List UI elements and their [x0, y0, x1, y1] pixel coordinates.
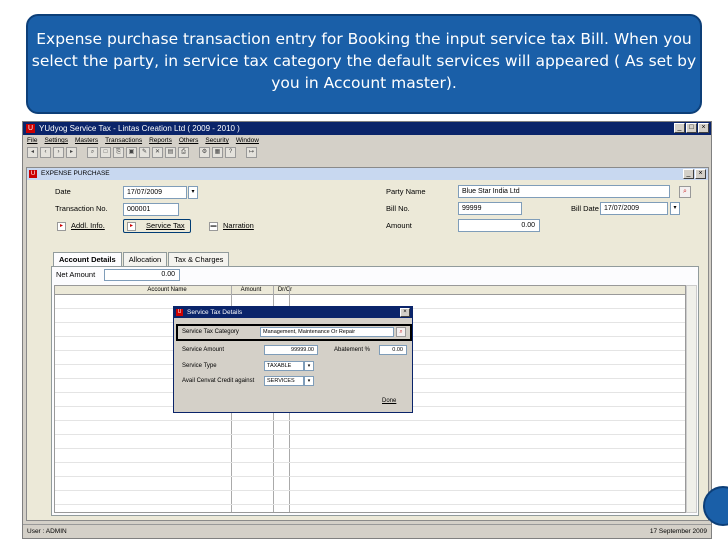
done-button[interactable]: Done: [382, 397, 396, 406]
addl-info-icon[interactable]: ▸: [57, 222, 66, 231]
copy-icon[interactable]: ⎘: [113, 147, 124, 158]
cenvat-dropdown-icon[interactable]: ▾: [304, 376, 314, 386]
new-icon[interactable]: □: [100, 147, 111, 158]
date-field[interactable]: 17/07/2009: [123, 186, 187, 199]
instruction-banner: Expense purchase transaction entry for B…: [26, 14, 702, 114]
preview-icon[interactable]: ▤: [165, 147, 176, 158]
tab-account-details[interactable]: Account Details: [53, 252, 122, 266]
service-type-select[interactable]: TAXABLE: [264, 361, 304, 371]
net-amount-label: Net Amount: [56, 270, 96, 279]
cenvat-label: Avail Cenvat Credit against: [182, 378, 255, 384]
menu-file[interactable]: File: [27, 135, 37, 146]
dialog-close-button[interactable]: ×: [400, 308, 410, 317]
maximize-button[interactable]: □: [686, 123, 697, 133]
child-title: EXPENSE PURCHASE: [41, 170, 110, 177]
abatement-field[interactable]: 0.00: [379, 345, 407, 355]
narration-link[interactable]: Narration: [223, 220, 254, 232]
category-search-icon[interactable]: ⌕: [396, 327, 406, 337]
status-date: 17 September 2009: [649, 528, 707, 535]
bill-no-field[interactable]: 99999: [458, 202, 522, 215]
category-label: Service Tax Category: [182, 329, 239, 335]
first-record-icon[interactable]: ◂: [27, 147, 38, 158]
app-logo-icon: U: [26, 124, 35, 133]
last-record-icon[interactable]: ▸: [66, 147, 77, 158]
detail-tabs: Account Details Allocation Tax & Charges: [53, 252, 230, 266]
status-user: User : ADMIN: [27, 528, 67, 535]
transaction-label: Transaction No.: [55, 204, 108, 213]
toolbar: ◂ ‹ › ▸ ⌕ □ ⎘ ▣ ✎ ✕ ▤ ⎙ ⚙ ▦ ? ↦: [23, 146, 711, 160]
child-titlebar: U EXPENSE PURCHASE _ ×: [27, 168, 708, 180]
find-icon[interactable]: ⌕: [87, 147, 98, 158]
service-tax-label: Service Tax: [146, 221, 185, 230]
date-label: Date: [55, 187, 71, 196]
service-tax-icon: ▸: [127, 222, 136, 231]
edit-icon[interactable]: ✎: [139, 147, 150, 158]
grid-scrollbar[interactable]: [686, 285, 697, 513]
previous-record-icon[interactable]: ‹: [40, 147, 51, 158]
child-close-button[interactable]: ×: [695, 169, 706, 179]
menu-reports[interactable]: Reports: [149, 135, 172, 146]
party-label: Party Name: [386, 187, 426, 196]
form-logo-icon: U: [29, 170, 37, 178]
col-amount: Amount: [240, 287, 262, 293]
category-field[interactable]: Management, Maintenance Or Repair: [260, 327, 394, 337]
bill-date-dropdown-icon[interactable]: ▾: [670, 202, 680, 215]
menu-bar: File Settings Masters Transactions Repor…: [23, 135, 711, 146]
child-minimize-button[interactable]: _: [683, 169, 694, 179]
calculator-icon[interactable]: ▦: [212, 147, 223, 158]
party-field[interactable]: Blue Star India Ltd: [458, 185, 670, 198]
menu-settings[interactable]: Settings: [44, 135, 68, 146]
minimize-button[interactable]: _: [674, 123, 685, 133]
col-drcr: Dr/Cr: [277, 287, 293, 293]
status-bar: User : ADMIN 17 September 2009: [23, 524, 711, 538]
help-icon[interactable]: ?: [225, 147, 236, 158]
menu-masters[interactable]: Masters: [75, 135, 98, 146]
app-titlebar: U YUdyog Service Tax - Lintas Creation L…: [23, 122, 711, 135]
bill-date-label: Bill Date: [571, 204, 599, 213]
save-icon[interactable]: ▣: [126, 147, 137, 158]
service-amount-label: Service Amount: [182, 347, 225, 353]
delete-icon[interactable]: ✕: [152, 147, 163, 158]
menu-transactions[interactable]: Transactions: [105, 135, 142, 146]
tools-icon[interactable]: ⚙: [199, 147, 210, 158]
service-type-label: Service Type: [182, 363, 217, 369]
grid-header: Account Name Amount Dr/Cr: [55, 286, 685, 295]
amount-field[interactable]: 0.00: [458, 219, 540, 232]
amount-label: Amount: [386, 221, 412, 230]
menu-window[interactable]: Window: [236, 135, 259, 146]
narration-icon[interactable]: ▬: [209, 222, 218, 231]
cenvat-select[interactable]: SERVICES: [264, 376, 304, 386]
tab-tax-charges[interactable]: Tax & Charges: [168, 252, 230, 266]
service-tax-dialog: U Service Tax Details × Service Tax Cate…: [173, 306, 413, 413]
transaction-field[interactable]: 000001: [123, 203, 179, 216]
banner-text: Expense purchase transaction entry for B…: [31, 30, 697, 92]
dialog-title: Service Tax Details: [187, 309, 243, 316]
dialog-logo-icon: U: [176, 309, 183, 316]
dialog-titlebar: U Service Tax Details ×: [174, 307, 412, 318]
close-button[interactable]: ×: [698, 123, 709, 133]
addl-info-link[interactable]: Addl. Info.: [71, 220, 105, 232]
date-dropdown-icon[interactable]: ▾: [188, 186, 198, 199]
service-type-dropdown-icon[interactable]: ▾: [304, 361, 314, 371]
service-tax-button[interactable]: ▸ Service Tax: [123, 219, 191, 233]
col-account-name: Account Name: [147, 287, 187, 293]
abatement-label: Abatement %: [334, 347, 371, 353]
bill-no-label: Bill No.: [386, 204, 410, 213]
next-record-icon[interactable]: ›: [53, 147, 64, 158]
party-search-icon[interactable]: ⌕: [679, 186, 691, 198]
app-title: YUdyog Service Tax - Lintas Creation Ltd…: [39, 124, 240, 133]
net-amount-field: 0.00: [104, 269, 180, 281]
menu-security[interactable]: Security: [205, 135, 228, 146]
bill-date-field[interactable]: 17/07/2009: [600, 202, 668, 215]
tab-allocation[interactable]: Allocation: [122, 252, 168, 266]
print-icon[interactable]: ⎙: [178, 147, 189, 158]
service-amount-field[interactable]: 99999.00: [264, 345, 318, 355]
menu-others[interactable]: Others: [179, 135, 199, 146]
exit-icon[interactable]: ↦: [246, 147, 257, 158]
